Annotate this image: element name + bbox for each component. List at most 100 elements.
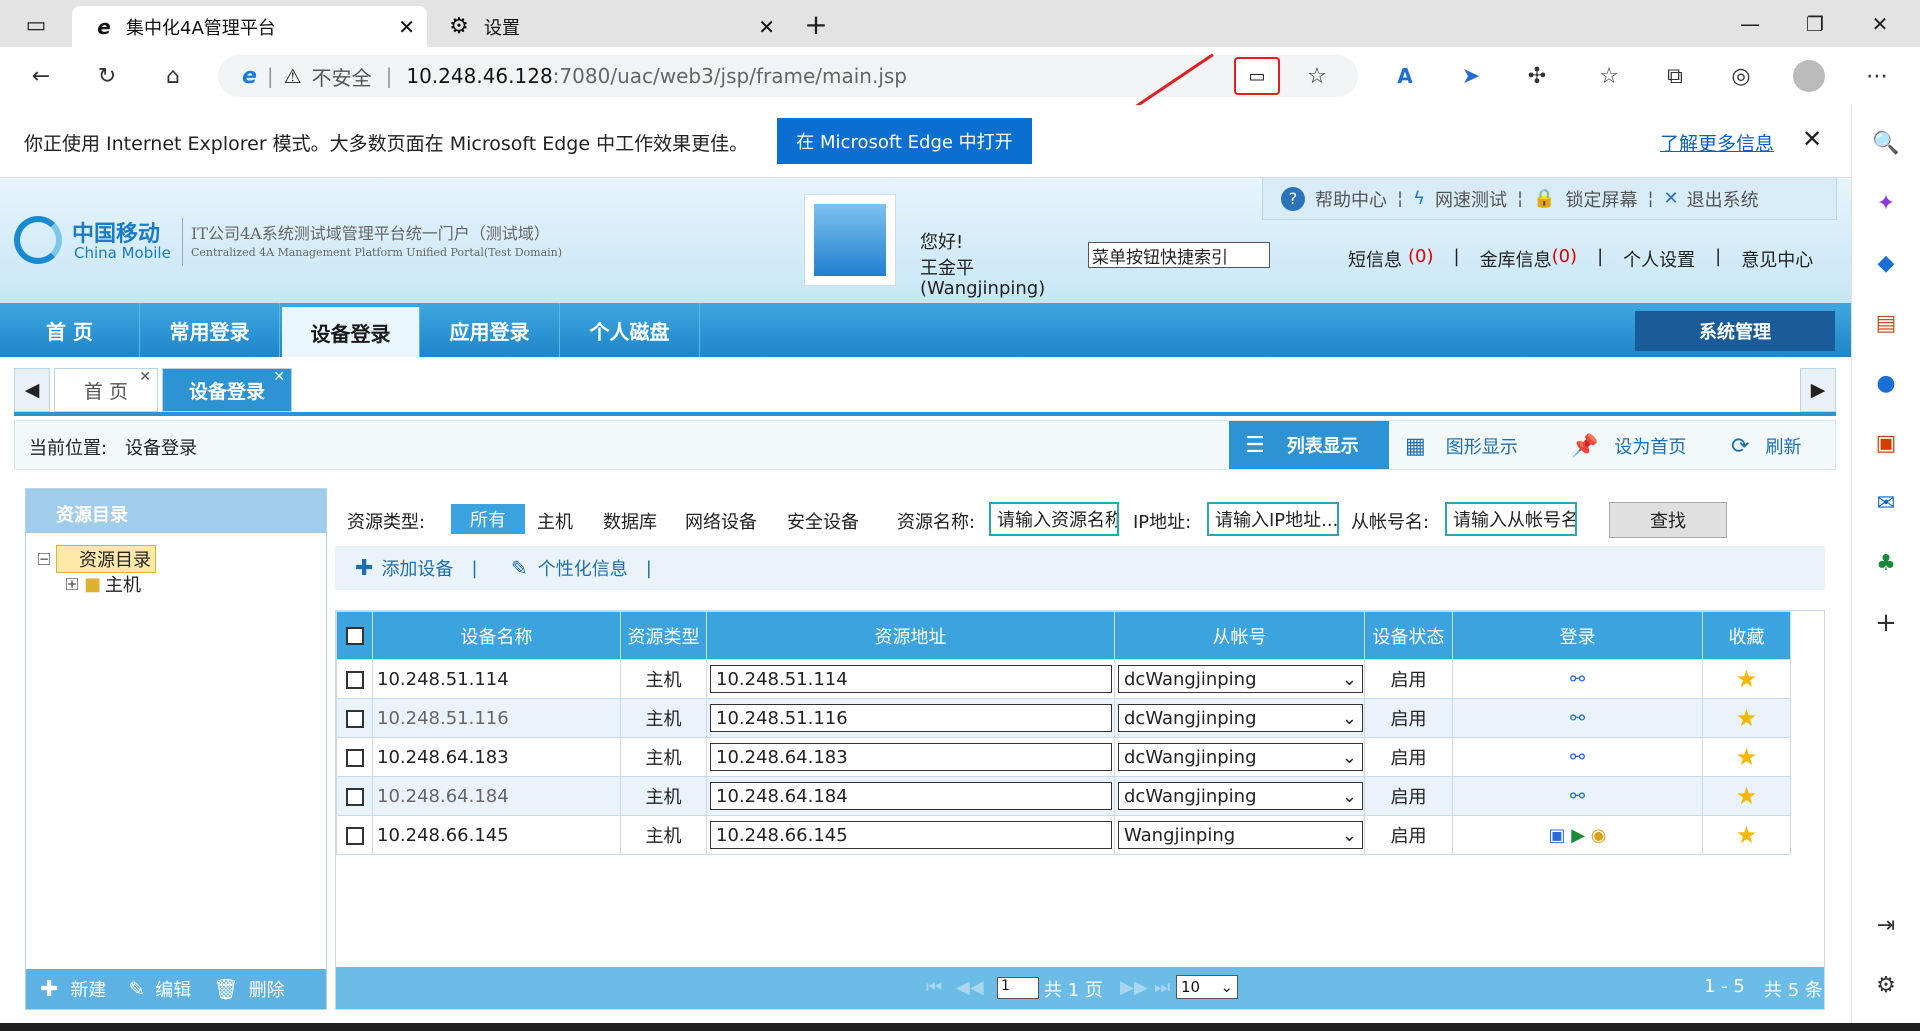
resource-name-input[interactable]: 请输入资源名称 (989, 502, 1119, 536)
personal-settings-link[interactable]: 个人设置 (1623, 246, 1695, 272)
ip-address-input[interactable]: 请输入IP地址... (1207, 502, 1339, 536)
vault-link[interactable]: 金库信息 (1480, 246, 1552, 272)
collapse-icon[interactable]: − (38, 552, 50, 566)
close-icon[interactable]: ✕ (273, 369, 285, 385)
list-view-button[interactable]: ☰ 列表显示 (1229, 421, 1389, 469)
prev-page-icon[interactable]: ◀◀ (956, 977, 984, 998)
resource-address-field[interactable]: 10.248.66.145 (710, 821, 1112, 849)
rdp-icon[interactable]: ▣ (1548, 825, 1565, 846)
sms-link[interactable]: 短信息 (1348, 246, 1402, 272)
account-select[interactable]: dcWangjinping ⌄ (1118, 704, 1363, 732)
browser-tab-settings[interactable]: ⚙ 设置 ✕ (432, 6, 787, 47)
collections-icon[interactable]: ⧉ (1656, 57, 1694, 95)
page-tab-home[interactable]: 首 页 ✕ (54, 368, 158, 412)
learn-more-link[interactable]: 了解更多信息 (1660, 129, 1774, 156)
page-input[interactable]: 1 (997, 977, 1039, 999)
lock-screen-link[interactable]: 锁定屏幕 (1565, 186, 1637, 212)
restore-icon[interactable]: ❐ (1795, 6, 1835, 42)
menu-quick-search[interactable]: 菜单按钮快捷索引 (1088, 242, 1270, 268)
nav-common-login[interactable]: 常用登录 (140, 303, 280, 357)
add-favorite-icon[interactable]: ☆ (1300, 64, 1334, 89)
new-tab-icon[interactable]: + (800, 8, 832, 41)
login-icon[interactable]: ⚯ (1570, 708, 1585, 729)
edit-button[interactable]: 编辑 (155, 976, 191, 1002)
row-checkbox[interactable] (345, 787, 364, 806)
open-in-edge-button[interactable]: 在 Microsoft Edge 中打开 (777, 118, 1032, 164)
nav-app-login[interactable]: 应用登录 (420, 303, 560, 357)
browser-tab-active[interactable]: e 集中化4A管理平台 ✕ (72, 6, 427, 47)
star-icon[interactable]: ★ (1736, 665, 1758, 693)
type-filter-security[interactable]: 安全设备 (787, 508, 859, 534)
login-icon[interactable]: ⚯ (1570, 669, 1585, 690)
account-select[interactable]: Wangjinping ⌄ (1118, 821, 1363, 849)
col-device-name[interactable]: 设备名称 (372, 611, 621, 660)
account-name-input[interactable]: 请输入从帐号名 (1445, 502, 1577, 536)
row-checkbox[interactable] (345, 670, 364, 689)
login-icon[interactable]: ⚯ (1570, 747, 1585, 768)
profile-avatar[interactable] (1790, 57, 1828, 95)
search-button[interactable]: 查找 (1609, 502, 1727, 538)
office-icon[interactable]: ▣ (1868, 425, 1904, 461)
more-menu-icon[interactable]: ⋯ (1858, 57, 1896, 95)
ftp-icon[interactable]: ◉ (1591, 825, 1607, 846)
nav-home[interactable]: 首 页 (0, 303, 140, 357)
page-tab-device-login[interactable]: 设备登录 ✕ (162, 368, 292, 412)
tab-scroll-right[interactable]: ▶ (1800, 368, 1836, 412)
tree-root[interactable]: − 资源目录 (38, 545, 156, 573)
col-resource-type[interactable]: 资源类型 (620, 611, 707, 660)
account-select[interactable]: dcWangjinping ⌄ (1118, 743, 1363, 771)
next-page-icon[interactable]: ▶▶ (1120, 977, 1148, 998)
speed-test-link[interactable]: 网速测试 (1435, 186, 1507, 212)
tab-scroll-left[interactable]: ◀ (14, 368, 50, 412)
delete-button[interactable]: 删除 (249, 976, 285, 1002)
extensions-icon[interactable]: ✣ (1518, 57, 1556, 95)
star-icon[interactable]: ★ (1736, 821, 1758, 849)
row-checkbox[interactable] (345, 709, 364, 728)
col-login[interactable]: 登录 (1452, 611, 1703, 660)
new-button[interactable]: 新建 (70, 976, 106, 1002)
shopping-icon[interactable]: ◆ (1868, 245, 1904, 281)
favorites-icon[interactable]: ☆ (1590, 57, 1628, 95)
minimize-icon[interactable]: — (1730, 6, 1770, 42)
ssh-icon[interactable]: ▶ (1571, 825, 1585, 846)
tools-icon[interactable]: ▤ (1868, 305, 1904, 341)
col-account[interactable]: 从帐号 (1114, 611, 1365, 660)
login-icon[interactable]: ⚯ (1570, 786, 1585, 807)
logout-link[interactable]: 退出系统 (1687, 186, 1759, 212)
type-filter-all[interactable]: 所有 (451, 504, 525, 534)
feedback-link[interactable]: 意见中心 (1741, 246, 1813, 272)
tree-child-host[interactable]: + ■ 主机 (66, 571, 141, 597)
ie-mode-page-icon[interactable]: ▭ (1234, 57, 1280, 95)
close-window-icon[interactable]: ✕ (1860, 6, 1900, 42)
tree-icon[interactable]: ♣ (1868, 545, 1904, 581)
type-filter-host[interactable]: 主机 (537, 508, 573, 534)
set-home-button[interactable]: 📌 设为首页 (1571, 433, 1686, 459)
add-sidebar-icon[interactable]: + (1868, 605, 1904, 641)
nav-personal-disk[interactable]: 个人磁盘 (560, 303, 700, 357)
hide-sidebar-icon[interactable]: ⇥ (1868, 907, 1904, 943)
star-icon[interactable]: ★ (1736, 743, 1758, 771)
copilot-icon[interactable]: ✦ (1868, 185, 1904, 221)
type-filter-network[interactable]: 网络设备 (685, 508, 757, 534)
search-icon[interactable]: 🔍 (1868, 125, 1904, 161)
tab-actions-icon[interactable]: ▭ (18, 10, 54, 40)
games-icon[interactable]: ● (1868, 365, 1904, 401)
resource-address-field[interactable]: 10.248.51.116 (710, 704, 1112, 732)
row-checkbox[interactable] (345, 826, 364, 845)
type-filter-db[interactable]: 数据库 (603, 508, 657, 534)
help-link[interactable]: 帮助中心 (1315, 186, 1387, 212)
last-page-icon[interactable]: ⏭ (1154, 977, 1170, 998)
close-tab-icon[interactable]: ✕ (758, 15, 775, 39)
expand-icon[interactable]: + (66, 577, 78, 591)
system-management-button[interactable]: 系统管理 (1635, 311, 1835, 351)
close-icon[interactable]: ✕ (139, 369, 151, 385)
col-status[interactable]: 设备状态 (1364, 611, 1453, 660)
resource-address-field[interactable]: 10.248.64.183 (710, 743, 1112, 771)
close-tab-icon[interactable]: ✕ (398, 15, 415, 39)
extension-bird-icon[interactable]: ➤ (1452, 57, 1490, 95)
personalize-button[interactable]: ✎ 个性化信息 | (511, 546, 652, 590)
refresh-button[interactable]: ⟳ 刷新 (1731, 433, 1801, 459)
close-infobar-icon[interactable]: ✕ (1802, 125, 1822, 153)
back-icon[interactable]: ← (22, 57, 60, 95)
select-all-checkbox[interactable] (345, 627, 364, 645)
